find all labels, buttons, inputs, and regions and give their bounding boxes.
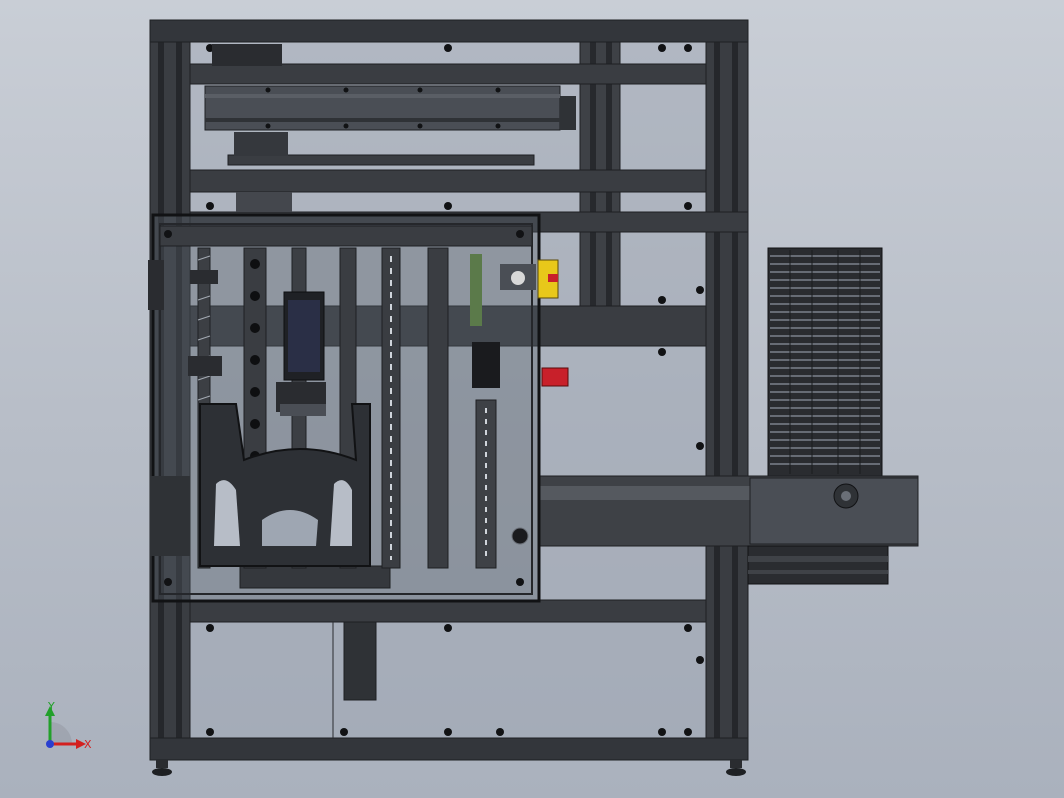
orientation-triad: Y X (45, 700, 92, 751)
side-rack-module (767, 247, 883, 477)
x-axis-label: X (84, 738, 92, 751)
y-axis-label: Y (47, 700, 55, 713)
cad-viewport[interactable]: Y X (0, 0, 1064, 798)
z-axis-dot (46, 740, 54, 748)
machine-assembly-drawing: Y X (45, 19, 919, 776)
